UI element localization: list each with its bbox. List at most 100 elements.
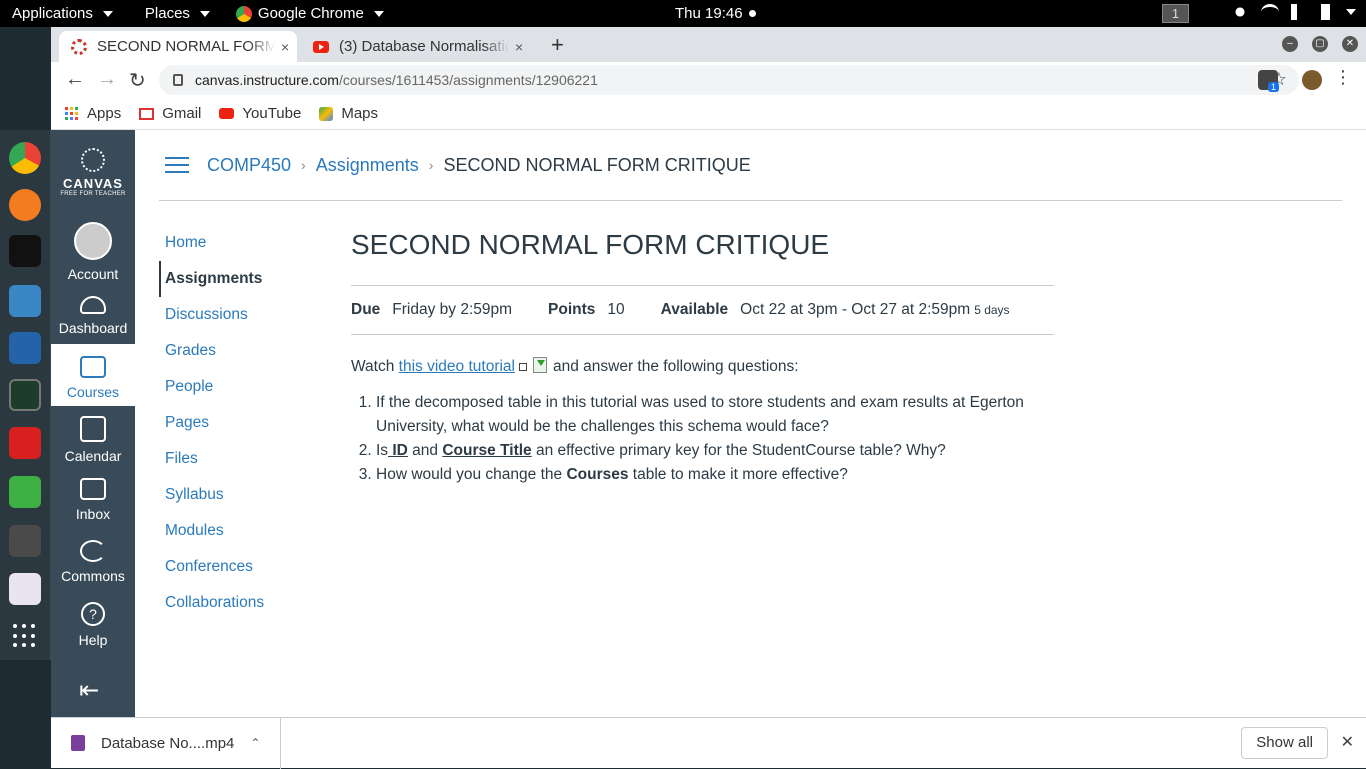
logo-word: CANVAS (63, 176, 123, 191)
global-nav-inbox[interactable]: Inbox (51, 478, 135, 522)
course-nav-assignments[interactable]: Assignments (159, 261, 329, 297)
window-controls: – ▢ ✕ (1282, 36, 1358, 52)
course-nav-home[interactable]: Home (159, 225, 329, 261)
tab-youtube[interactable]: (3) Database Normalisation × (301, 31, 537, 62)
course-nav-collaborations[interactable]: Collaborations (159, 585, 329, 621)
chevron-up-icon[interactable]: ⌃ (250, 736, 260, 750)
settings-launcher-icon[interactable] (9, 573, 41, 605)
youtube-icon (219, 108, 235, 119)
assignment-description: Watch this video tutorial and answer the … (351, 355, 1054, 487)
files-launcher-icon[interactable] (9, 285, 41, 317)
chevron-down-icon[interactable] (1346, 9, 1356, 15)
course-nav-people[interactable]: People (159, 369, 329, 405)
clock[interactable]: Thu 19:46 (675, 5, 756, 22)
bookmark-youtube[interactable]: YouTube (219, 105, 301, 122)
chrome-launcher-icon[interactable] (9, 142, 41, 174)
reload-icon[interactable]: ↻ (129, 68, 146, 93)
chevron-right-icon: › (301, 157, 306, 173)
bookmarks-bar: Apps Gmail YouTube Maps (51, 98, 1366, 130)
bookmark-maps[interactable]: Maps (319, 105, 378, 122)
download-item[interactable]: Database No....mp4 ⌃ (51, 717, 281, 769)
firefox-launcher-icon[interactable] (9, 189, 41, 221)
bookmark-label: Maps (341, 105, 379, 122)
apps-icon (65, 106, 79, 121)
terminal-launcher-icon[interactable] (9, 235, 41, 267)
avatar (74, 222, 112, 260)
canvas-logo-icon (81, 148, 105, 172)
text-editor-launcher-icon[interactable] (9, 476, 41, 508)
tab-strip: SECOND NORMAL FORM CRITIQUE × (3) Databa… (51, 27, 1366, 62)
close-tab-icon[interactable]: × (515, 39, 523, 55)
downloads-shelf: Database No....mp4 ⌃ Show all ✕ (51, 717, 1366, 769)
active-app-menu[interactable]: Google Chrome (224, 5, 396, 22)
close-tab-icon[interactable]: × (281, 39, 289, 55)
tab-assignment[interactable]: SECOND NORMAL FORM CRITIQUE × (59, 31, 297, 62)
course-navigation: Home Assignments Discussions Grades Peop… (159, 225, 329, 621)
chrome-menu-icon[interactable]: ⋮ (1334, 67, 1352, 88)
global-nav-account[interactable]: Account (51, 222, 135, 282)
intro-text: Watch (351, 358, 399, 375)
global-nav-help[interactable]: ? Help (51, 602, 135, 648)
question-text: How would you change the (376, 466, 567, 483)
collapse-nav-icon[interactable]: ⇤ (79, 676, 99, 705)
due-label: Due (351, 301, 381, 318)
show-all-button[interactable]: Show all (1241, 727, 1328, 759)
close-shelf-icon[interactable]: ✕ (1341, 732, 1354, 752)
download-icon[interactable] (532, 357, 547, 373)
address-bar[interactable]: canvas.instructure.com/courses/1611453/a… (159, 65, 1299, 95)
global-nav-label: Help (78, 632, 108, 648)
list-item: If the decomposed table in this tutorial… (376, 391, 1054, 439)
chat-icon[interactable] (1231, 4, 1249, 20)
close-window-icon[interactable]: ✕ (1342, 36, 1358, 52)
course-nav-conferences[interactable]: Conferences (159, 549, 329, 585)
bookmark-apps[interactable]: Apps (65, 105, 121, 122)
fiery-launcher-icon[interactable] (9, 427, 41, 459)
global-nav-courses[interactable]: Courses (51, 344, 135, 406)
list-item: How would you change the Courses table t… (376, 463, 1054, 487)
forward-icon[interactable]: → (97, 68, 117, 91)
download-filename: Database No....mp4 (101, 734, 235, 752)
back-icon[interactable]: ← (65, 68, 85, 91)
hamburger-menu-icon[interactable] (165, 157, 189, 173)
course-nav-pages[interactable]: Pages (159, 405, 329, 441)
breadcrumb: COMP450 › Assignments › SECOND NORMAL FO… (159, 130, 1342, 201)
course-nav-syllabus[interactable]: Syllabus (159, 477, 329, 513)
list-item: Is ID and Course Title an effective prim… (376, 439, 1054, 463)
system-monitor-launcher-icon[interactable] (9, 379, 41, 411)
question-bold: ID (388, 442, 408, 459)
question-text: table to make it more effective? (628, 466, 848, 483)
wifi-icon[interactable] (1261, 4, 1279, 20)
course-nav-discussions[interactable]: Discussions (159, 297, 329, 333)
youtube-favicon-icon (313, 40, 329, 53)
dashboard-icon (80, 296, 106, 314)
global-nav-label: Account (67, 266, 119, 282)
breadcrumb-course[interactable]: COMP450 (207, 155, 291, 176)
course-nav-files[interactable]: Files (159, 441, 329, 477)
breadcrumb-assignments[interactable]: Assignments (316, 155, 419, 176)
battery-icon[interactable] (1321, 4, 1330, 20)
global-nav-calendar[interactable]: Calendar (51, 416, 135, 464)
minimize-icon[interactable]: – (1282, 36, 1298, 52)
places-menu[interactable]: Places (133, 5, 222, 22)
intro-text: and answer the following questions: (552, 358, 799, 375)
system-tray[interactable] (1231, 4, 1356, 20)
chevron-down-icon (373, 10, 384, 17)
metasploit-launcher-icon[interactable] (9, 332, 41, 364)
show-applications-icon[interactable] (13, 624, 37, 648)
course-nav-grades[interactable]: Grades (159, 333, 329, 369)
canvas-page: CANVAS FREE FOR TEACHER Account Dashboar… (51, 130, 1366, 717)
maximize-icon[interactable]: ▢ (1312, 36, 1328, 52)
global-nav-dashboard[interactable]: Dashboard (51, 296, 135, 336)
video-tutorial-link[interactable]: this video tutorial (399, 358, 515, 375)
canvas-logo[interactable]: CANVAS FREE FOR TEACHER (51, 148, 135, 197)
profile-avatar-icon[interactable] (1302, 70, 1322, 90)
sublime-launcher-icon[interactable] (9, 525, 41, 557)
new-tab-button[interactable]: + (551, 32, 564, 58)
global-nav-commons[interactable]: Commons (51, 540, 135, 584)
course-nav-modules[interactable]: Modules (159, 513, 329, 549)
applications-menu[interactable]: Applications (0, 5, 125, 22)
volume-icon[interactable] (1291, 4, 1309, 20)
calendar-icon (80, 416, 106, 442)
bookmark-gmail[interactable]: Gmail (139, 105, 201, 122)
workspace-indicator[interactable]: 1 (1162, 4, 1189, 23)
